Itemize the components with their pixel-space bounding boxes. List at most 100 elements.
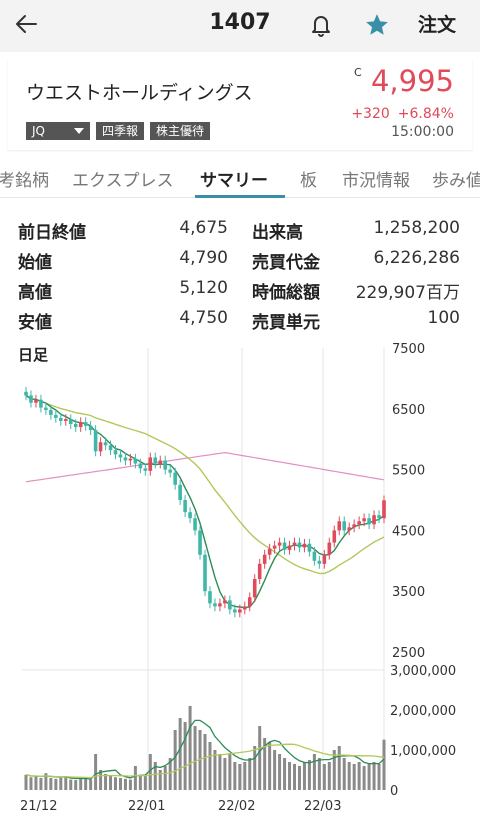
volume-bar bbox=[114, 777, 117, 790]
candle-body bbox=[228, 600, 232, 610]
candle-body bbox=[213, 603, 217, 607]
candle-body bbox=[118, 454, 123, 458]
volume-bar bbox=[218, 754, 222, 790]
candle-body bbox=[188, 512, 192, 519]
volume-bar bbox=[243, 762, 247, 790]
candle-body bbox=[382, 500, 386, 519]
volume-bar bbox=[223, 758, 227, 790]
volume-bar bbox=[367, 764, 371, 790]
volume-bar bbox=[74, 780, 78, 790]
volume-tick-label: 0 bbox=[390, 784, 398, 799]
candle-body bbox=[218, 603, 222, 607]
candle-body bbox=[362, 518, 366, 522]
candle-body bbox=[242, 606, 247, 610]
volume-bar bbox=[183, 722, 187, 790]
volume-bar bbox=[163, 766, 167, 790]
candle-body bbox=[347, 527, 351, 531]
volume-bar bbox=[69, 779, 73, 790]
candle-body bbox=[352, 524, 356, 528]
candle-body bbox=[238, 609, 242, 613]
candle-body bbox=[252, 579, 257, 598]
volume-bar bbox=[59, 778, 63, 790]
candle-body bbox=[163, 460, 168, 470]
candle-body bbox=[54, 414, 58, 418]
candle-body bbox=[49, 410, 53, 415]
volume-bar bbox=[104, 774, 108, 790]
price-tick-label: 7500 bbox=[392, 342, 425, 357]
volume-bar bbox=[123, 778, 127, 790]
candle-body bbox=[282, 542, 287, 550]
volume-bar bbox=[84, 778, 88, 790]
volume-bar bbox=[322, 764, 326, 790]
candle-body bbox=[272, 545, 277, 549]
candle-body bbox=[24, 391, 28, 396]
candle-body bbox=[88, 425, 93, 431]
candle-body bbox=[247, 597, 252, 607]
candle-body bbox=[377, 515, 381, 519]
candle-body bbox=[133, 458, 138, 464]
volume-bar bbox=[278, 754, 282, 790]
candle-body bbox=[277, 542, 282, 546]
candle-body bbox=[337, 521, 342, 531]
candle-body bbox=[198, 530, 202, 555]
date-tick-label: 21/12 bbox=[20, 799, 57, 814]
candle-body bbox=[153, 457, 158, 464]
volume-bar bbox=[24, 774, 28, 790]
candle-body bbox=[178, 484, 182, 500]
candle-body bbox=[193, 518, 197, 531]
volume-bar bbox=[357, 762, 361, 790]
candle-body bbox=[113, 450, 118, 455]
volume-bar bbox=[89, 779, 93, 790]
volume-bar bbox=[317, 758, 321, 790]
candle-body bbox=[83, 422, 88, 426]
candle-body bbox=[98, 442, 103, 452]
price-tick-label: 6500 bbox=[392, 403, 425, 418]
candle-body bbox=[367, 518, 371, 525]
candle-body bbox=[158, 460, 163, 464]
candle-body bbox=[203, 554, 207, 592]
candle-body bbox=[208, 591, 212, 604]
volume-bar bbox=[94, 754, 98, 790]
candle-body bbox=[357, 521, 361, 525]
volume-bar bbox=[158, 770, 162, 790]
volume-bar bbox=[297, 766, 301, 790]
candle-body bbox=[138, 463, 143, 469]
price-tick-label: 5500 bbox=[392, 464, 425, 479]
volume-bar bbox=[337, 746, 341, 790]
volume-bar bbox=[109, 776, 113, 790]
candle-body bbox=[233, 609, 237, 613]
volume-bar bbox=[118, 778, 122, 790]
volume-bar bbox=[332, 750, 336, 790]
candle-body bbox=[63, 419, 68, 421]
candle-body bbox=[123, 457, 128, 461]
candle-body bbox=[372, 515, 376, 525]
volume-bar bbox=[293, 764, 296, 790]
volume-bar bbox=[288, 762, 292, 790]
candle-body bbox=[168, 469, 172, 473]
volume-bar bbox=[307, 760, 311, 790]
volume-bar bbox=[233, 762, 237, 790]
volume-bar bbox=[133, 766, 137, 790]
volume-bar bbox=[347, 762, 351, 790]
volume-bar bbox=[273, 750, 277, 790]
volume-bar bbox=[372, 762, 376, 790]
volume-bar bbox=[34, 776, 38, 790]
candle-body bbox=[103, 442, 108, 446]
volume-bar bbox=[79, 778, 83, 790]
volume-bar bbox=[64, 776, 68, 790]
volume-bar bbox=[377, 764, 381, 790]
candle-body bbox=[262, 554, 267, 564]
daily-price-chart[interactable]: 7500 6500 5500 4500 3500 2500 3,000,000 2,000,0… bbox=[0, 0, 480, 815]
candle-body bbox=[44, 407, 48, 411]
ma-long-line bbox=[25, 451, 385, 483]
volume-bar bbox=[39, 778, 43, 790]
candle-body bbox=[322, 554, 327, 564]
candle-body bbox=[143, 468, 148, 471]
candle-body bbox=[108, 445, 113, 451]
volume-bar bbox=[178, 718, 182, 790]
volume-bar bbox=[128, 779, 132, 790]
candle-body bbox=[312, 551, 317, 561]
date-tick-label: 22/01 bbox=[128, 799, 165, 814]
volume-tick-label: 1,000,000 bbox=[390, 744, 456, 759]
candle-body bbox=[173, 472, 177, 485]
